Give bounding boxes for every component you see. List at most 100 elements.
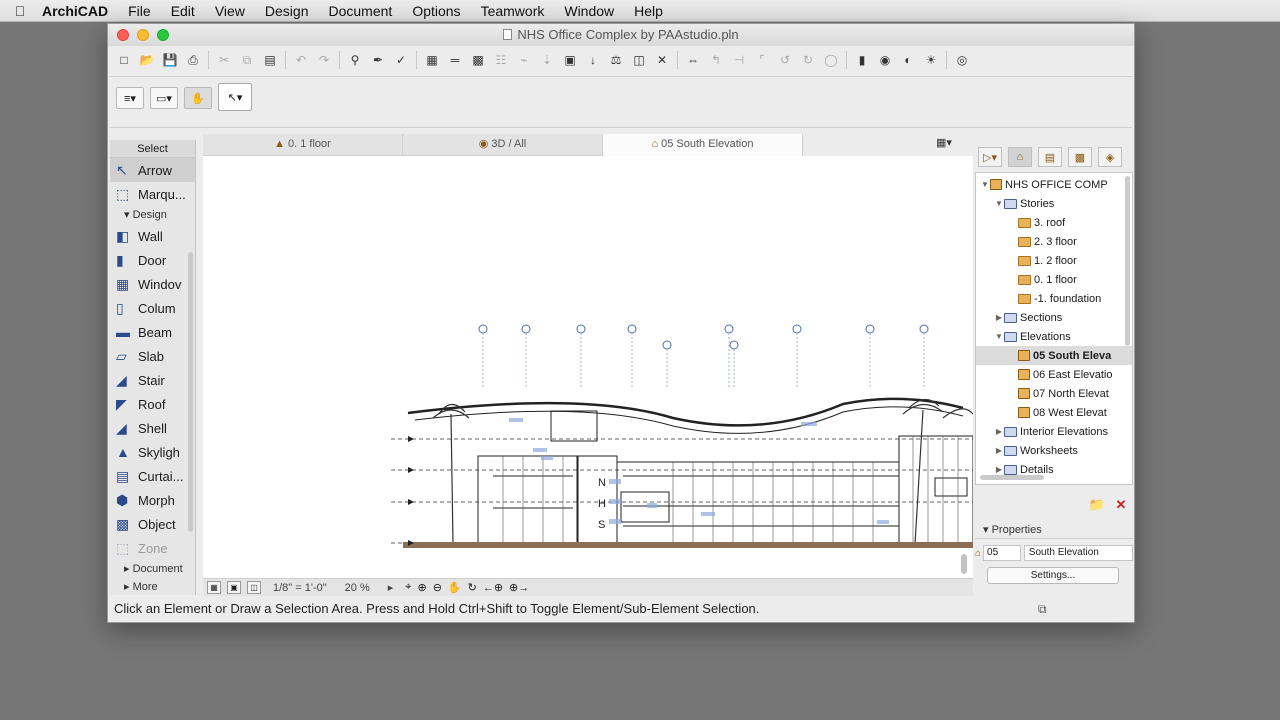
- tool-column[interactable]: ▯ Colum: [110, 296, 195, 320]
- floor-plan-cut-icon[interactable]: ⚖: [606, 50, 626, 70]
- split-icon[interactable]: ↰: [706, 50, 726, 70]
- undo-icon[interactable]: ↶: [291, 50, 311, 70]
- next-zoom-icon[interactable]: ⊕→: [509, 581, 529, 594]
- tool-skylight[interactable]: ▲ Skyligh: [110, 440, 195, 464]
- offset-icon[interactable]: ↺: [775, 50, 795, 70]
- drawing-canvas[interactable]: N H S: [203, 156, 973, 578]
- copy-icon[interactable]: ⧉: [237, 50, 257, 70]
- pan-icon[interactable]: ✋: [448, 581, 462, 594]
- fillet-icon[interactable]: ⌜: [752, 50, 772, 70]
- view-id-field[interactable]: 05: [983, 545, 1021, 561]
- menu-app[interactable]: ArchiCAD: [40, 3, 118, 19]
- scale-field[interactable]: 1/8" = 1'-0": [267, 582, 333, 594]
- tool-beam[interactable]: ▬ Beam: [110, 320, 195, 344]
- eyedropper-icon[interactable]: ✒: [368, 50, 388, 70]
- zoom-out-icon[interactable]: ⊖: [433, 581, 442, 594]
- canvas-scrollbar[interactable]: [961, 554, 967, 574]
- zoom-button[interactable]: [157, 29, 169, 41]
- print-icon[interactable]: ⎙: [183, 50, 203, 70]
- marquee-shape-icon[interactable]: ▭▾: [150, 87, 178, 109]
- apple-icon[interactable]: : [0, 3, 40, 19]
- tab-floor-plan[interactable]: ▲ 0. 1 floor: [203, 134, 403, 156]
- suspend-groups-icon[interactable]: ▣: [560, 50, 580, 70]
- view-name-field[interactable]: South Elevation: [1023, 545, 1133, 561]
- stretch-icon[interactable]: ⇔: [683, 50, 703, 70]
- tool-shell[interactable]: ◢ Shell: [110, 416, 195, 440]
- menu-document[interactable]: Document: [319, 3, 403, 19]
- pen-set-icon[interactable]: ▩: [468, 50, 488, 70]
- syringe-icon[interactable]: ✓: [391, 50, 411, 70]
- tree-item-story[interactable]: 2. 3 floor: [976, 232, 1132, 251]
- tool-zone[interactable]: ⬚ Zone: [110, 536, 195, 560]
- tab-south-elevation[interactable]: ⌂ 05 South Elevation: [603, 134, 803, 156]
- tool-slab[interactable]: ▱ Slab: [110, 344, 195, 368]
- open-file-icon[interactable]: 📂: [137, 50, 157, 70]
- tree-item-story[interactable]: 3. roof: [976, 213, 1132, 232]
- cancel-icon[interactable]: ✕: [652, 50, 672, 70]
- menu-file[interactable]: File: [118, 3, 161, 19]
- zoom-menu-icon[interactable]: ▸: [382, 581, 400, 594]
- tree-sections[interactable]: ▶ Sections: [976, 308, 1132, 327]
- tree-stories[interactable]: ▼ Stories: [976, 194, 1132, 213]
- tree-root[interactable]: ▼ NHS OFFICE COMP: [976, 175, 1132, 194]
- menu-options[interactable]: Options: [402, 3, 470, 19]
- arrow-pointer-icon[interactable]: ↖▾: [218, 83, 252, 111]
- zoom-field[interactable]: 20 %: [339, 582, 376, 594]
- save-icon[interactable]: 💾: [160, 50, 180, 70]
- render-icon[interactable]: ◉: [875, 50, 895, 70]
- gravity-icon[interactable]: ⇣: [537, 50, 557, 70]
- tree-elevations[interactable]: ▼ Elevations: [976, 327, 1132, 346]
- fit-in-window-icon[interactable]: ⌖: [405, 581, 411, 594]
- section-icon[interactable]: ◫: [629, 50, 649, 70]
- tool-window[interactable]: ▦ Windov: [110, 272, 195, 296]
- previous-zoom-icon[interactable]: ←⊕: [483, 581, 503, 594]
- tool-object[interactable]: ▩ Object: [110, 512, 195, 536]
- guide-line-icon[interactable]: ⌁: [514, 50, 534, 70]
- grid-snap-icon[interactable]: ☷: [491, 50, 511, 70]
- tool-curtain-wall[interactable]: ▤ Curtai...: [110, 464, 195, 488]
- find-select-icon[interactable]: ⚲: [345, 50, 365, 70]
- redo-icon[interactable]: ↷: [314, 50, 334, 70]
- new-file-icon[interactable]: □: [114, 50, 134, 70]
- group-design[interactable]: ▾ Design: [110, 206, 195, 224]
- layer-combo-icon[interactable]: ▣: [227, 581, 241, 594]
- tool-morph[interactable]: ⬢ Morph: [110, 488, 195, 512]
- menu-window[interactable]: Window: [554, 3, 624, 19]
- shading-icon[interactable]: ◐: [898, 50, 918, 70]
- new-folder-icon[interactable]: 📁: [1088, 496, 1106, 514]
- line-weight-icon[interactable]: ═: [445, 50, 465, 70]
- adjust-icon[interactable]: ⊣: [729, 50, 749, 70]
- quick-options-icon[interactable]: ▦: [207, 581, 221, 594]
- properties-header[interactable]: ▾ Properties: [975, 521, 1133, 539]
- group-document[interactable]: ▸ Document: [110, 560, 195, 578]
- tree-item-elevation[interactable]: 08 West Elevat: [976, 403, 1132, 422]
- toolbox-scrollbar[interactable]: [188, 252, 193, 532]
- layer-icon[interactable]: ▦: [422, 50, 442, 70]
- tool-arrow[interactable]: ↖ Arrow: [110, 158, 195, 182]
- paste-icon[interactable]: ▤: [260, 50, 280, 70]
- close-button[interactable]: [117, 29, 129, 41]
- tool-stair[interactable]: ◢ Stair: [110, 368, 195, 392]
- layout-book-icon[interactable]: ▩: [1068, 147, 1092, 167]
- sun-icon[interactable]: ☀: [921, 50, 941, 70]
- tab-menu-icon[interactable]: ▦▾: [936, 136, 952, 149]
- tree-item-elevation-selected[interactable]: 05 South Eleva: [976, 346, 1132, 365]
- trace-icon[interactable]: ↓: [583, 50, 603, 70]
- tree-interior-elevations[interactable]: ▶ Interior Elevations: [976, 422, 1132, 441]
- tool-roof[interactable]: ◤ Roof: [110, 392, 195, 416]
- tool-door[interactable]: ▮ Door: [110, 248, 195, 272]
- tree-item-elevation[interactable]: 06 East Elevatio: [976, 365, 1132, 384]
- menu-help[interactable]: Help: [624, 3, 673, 19]
- rotate-view-icon[interactable]: ↻: [468, 581, 477, 594]
- model-view-icon[interactable]: ◫: [247, 581, 261, 594]
- view-3d-icon[interactable]: ▮: [852, 50, 872, 70]
- zoom-in-icon[interactable]: ⊕: [417, 581, 426, 594]
- menu-view[interactable]: View: [205, 3, 255, 19]
- delete-icon[interactable]: ✕: [1112, 496, 1130, 514]
- selection-method-icon[interactable]: ≡▾: [116, 87, 144, 109]
- navigator-icon[interactable]: ◎: [952, 50, 972, 70]
- settings-button[interactable]: Settings...: [987, 567, 1119, 584]
- tree-worksheets[interactable]: ▶ Worksheets: [976, 441, 1132, 460]
- navigator-menu-icon[interactable]: ▷▾: [978, 147, 1002, 167]
- publisher-sets-icon[interactable]: ◈: [1098, 147, 1122, 167]
